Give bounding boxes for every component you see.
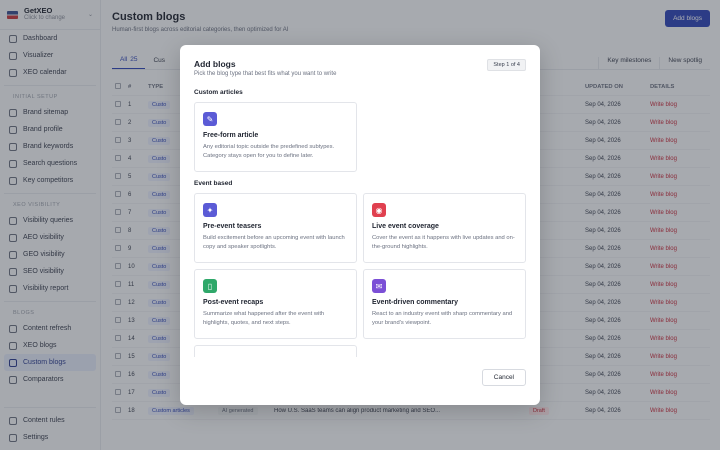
card-grid: ✎ Free-form article Any editorial topic ou…	[194, 102, 526, 172]
card-title: Pre-event teasers	[203, 223, 262, 230]
blog-type-card-post-event-recaps[interactable]: ▯ Post-event recaps Summarize what happene…	[194, 269, 357, 339]
card-description: Summarize what happened after the event …	[203, 311, 325, 326]
section-event-based: Event based	[194, 180, 233, 187]
blog-type-card-free-form-article[interactable]: ✎ Free-form article Any editorial topic ou…	[194, 102, 357, 172]
card-title: Live event coverage	[372, 223, 439, 230]
sparkle-icon: ✦	[203, 203, 217, 217]
card-description: Any editorial topic outside the predefin…	[203, 144, 335, 159]
blog-type-card-event-driven-commentary[interactable]: ✉ Event-driven commentary React to an indu…	[363, 269, 526, 339]
card-title: Post-event recaps	[203, 299, 264, 306]
broadcast-icon: ◉	[372, 203, 386, 217]
document-icon: ▯	[203, 279, 217, 293]
modal-footer: Cancel	[180, 357, 540, 405]
card-description: React to an industry event with sharp co…	[372, 311, 513, 326]
card-title: Event-driven commentary	[372, 299, 458, 306]
card-title: Free-form article	[203, 132, 259, 139]
chat-icon: ✉	[372, 279, 386, 293]
card-description: Build excitement before an upcoming even…	[203, 235, 345, 250]
card-description: Cover the event as it happens with live …	[372, 235, 515, 250]
cancel-button[interactable]: Cancel	[481, 369, 526, 386]
step-badge: Step 1 of 4	[487, 59, 526, 71]
modal-title: Add blogs	[194, 59, 236, 69]
modal-subtitle: Pick the blog type that best fits what y…	[194, 71, 337, 77]
add-blogs-modal: Add blogs Pick the blog type that best f…	[180, 45, 540, 405]
blog-type-card-live-event-coverage[interactable]: ◉ Live event coverage Cover the event as i…	[363, 193, 526, 263]
card-grid: ✦ Pre-event teasers Build excitement befor…	[194, 193, 526, 357]
blog-type-card-partial[interactable]	[194, 345, 357, 357]
modal-body[interactable]: Custom articles ✎ Free-form article Any edi…	[194, 87, 526, 357]
section-custom-articles: Custom articles	[194, 89, 243, 96]
blog-type-card-pre-event-teasers[interactable]: ✦ Pre-event teasers Build excitement befor…	[194, 193, 357, 263]
pencil-icon: ✎	[203, 112, 217, 126]
